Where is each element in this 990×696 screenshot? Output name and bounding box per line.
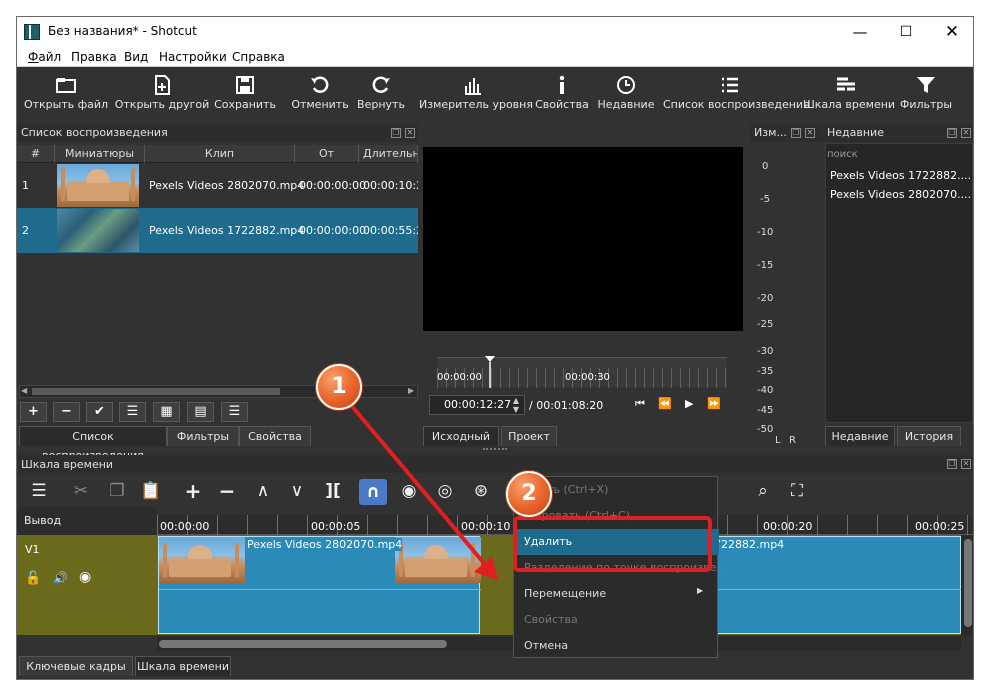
- annotation-arrow: [338, 390, 498, 580]
- step-badge-2: 2: [506, 471, 552, 517]
- arrow-head: [474, 556, 498, 580]
- step-badge-1: 1: [316, 364, 362, 410]
- arrow-line: [338, 390, 490, 570]
